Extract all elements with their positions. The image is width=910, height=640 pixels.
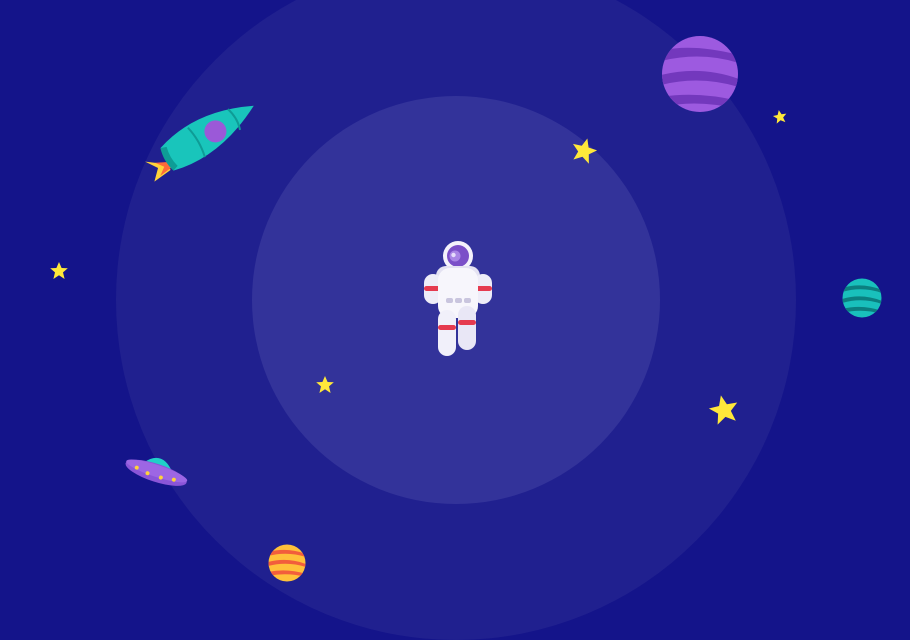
star-icon [572,138,598,164]
star-icon [708,395,738,425]
planet-orange-icon [268,544,306,582]
astronaut-icon [424,241,492,356]
star-icon [316,376,334,393]
rocket-icon [145,105,254,182]
ufo-icon [125,457,188,486]
space-scene [0,0,910,640]
planet-teal-icon [842,278,882,318]
planet-purple-icon [662,36,738,112]
star-icon [772,110,787,124]
star-icon [50,262,68,279]
